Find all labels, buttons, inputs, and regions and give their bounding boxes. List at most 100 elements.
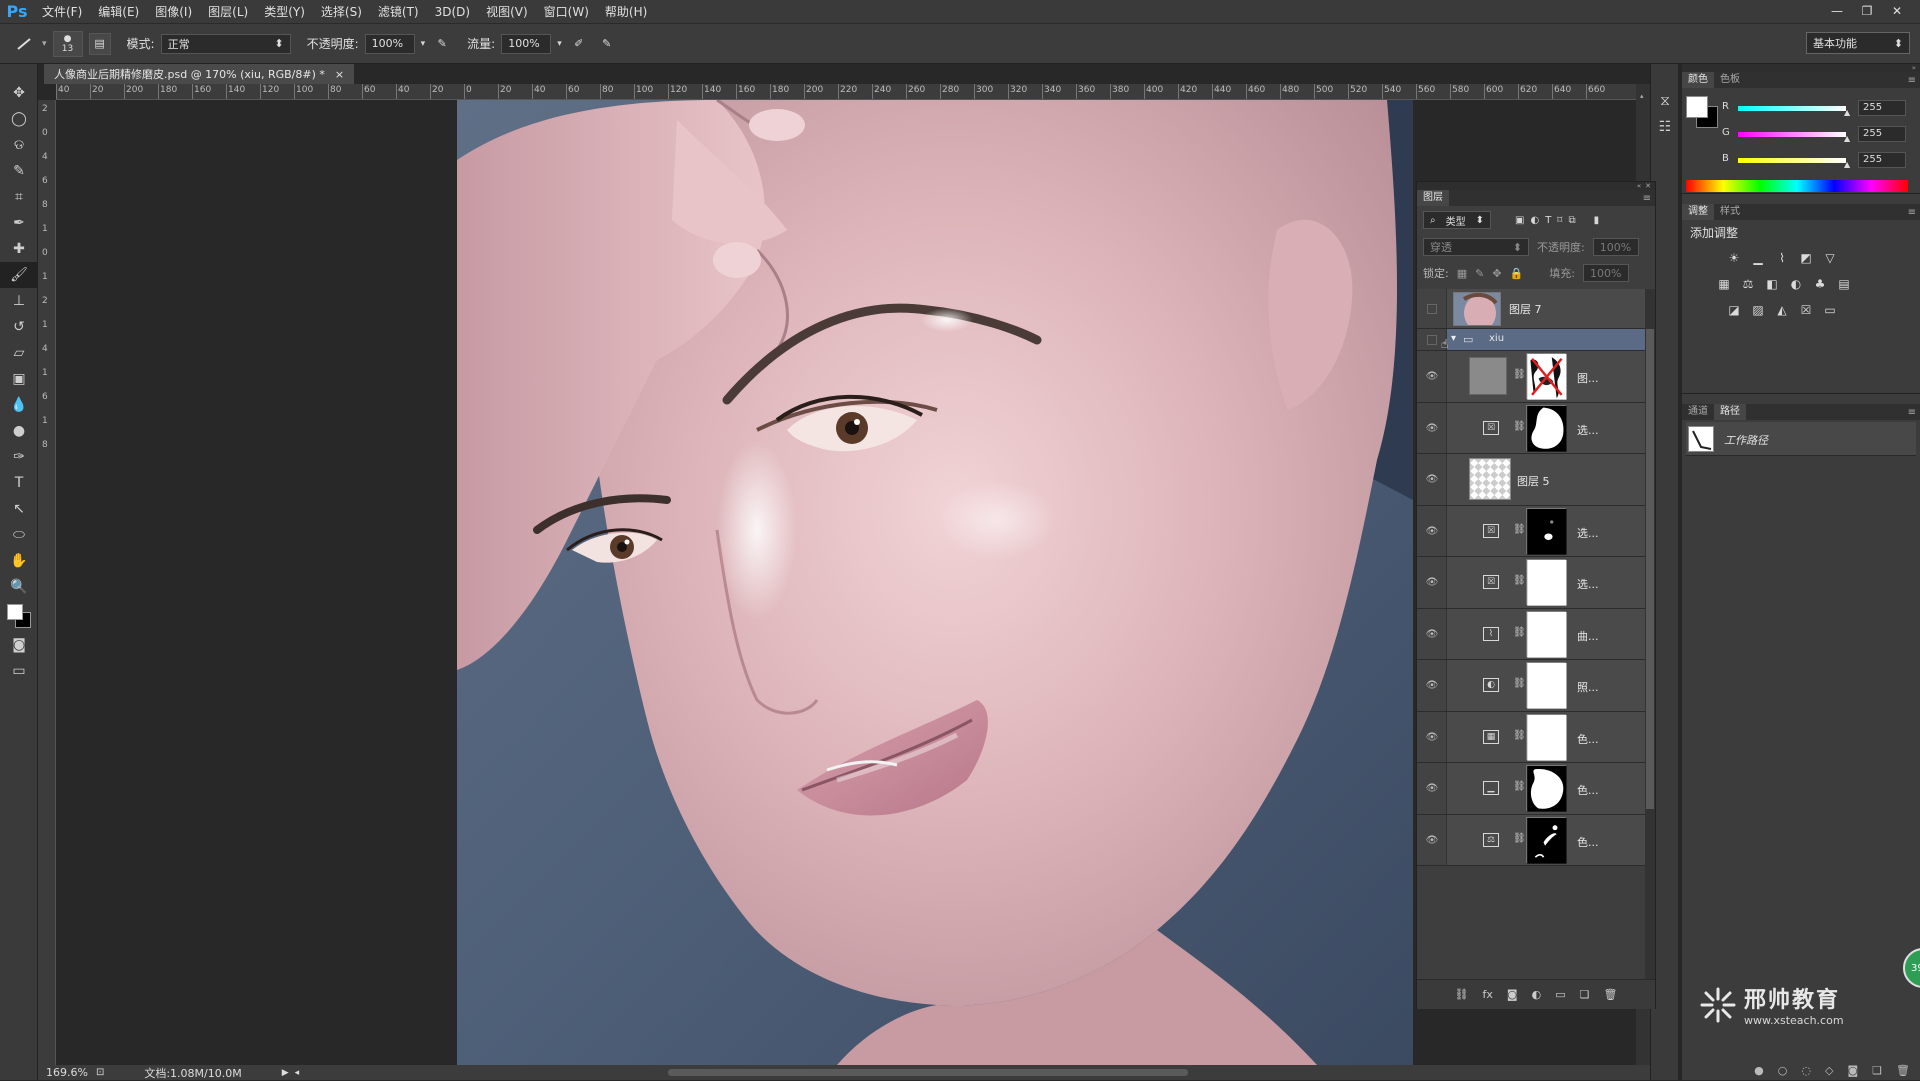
pressure-size-icon[interactable]: ✎ xyxy=(596,33,618,55)
channel-mixer-icon[interactable]: ♣ xyxy=(1812,277,1828,291)
layer-mask-thumbnail[interactable] xyxy=(1526,713,1567,761)
panel-menu-icon[interactable]: ≡ xyxy=(1908,75,1920,86)
chain-link-icon[interactable]: ⛓ xyxy=(1513,833,1526,844)
delete-path-icon[interactable]: 🗑 xyxy=(1896,1064,1910,1080)
type-tool-icon[interactable]: T xyxy=(0,470,38,496)
mode-select[interactable]: 正常 ⬍ xyxy=(160,33,291,54)
scroll-up-icon[interactable]: ▴ xyxy=(1640,92,1646,100)
gradient-map-icon[interactable]: ▭ xyxy=(1822,303,1838,317)
crop-tool-icon[interactable]: ⌗ xyxy=(0,184,38,210)
workspace-select[interactable]: 基本功能 ⬍ xyxy=(1806,32,1910,54)
foreground-color-swatch[interactable] xyxy=(1686,96,1708,118)
red-value-input[interactable]: 255 xyxy=(1858,100,1906,116)
close-tab-icon[interactable]: × xyxy=(335,68,344,81)
new-group-icon[interactable]: ▭ xyxy=(1555,988,1565,1001)
chain-link-icon[interactable]: ⛓ xyxy=(1513,369,1526,380)
link-layers-icon[interactable]: ⛓ xyxy=(1455,988,1469,1001)
layer-mask-thumbnail[interactable] xyxy=(1526,507,1567,555)
gradient-tool-icon[interactable]: ▣ xyxy=(0,366,38,392)
color-spectrum[interactable] xyxy=(1686,180,1908,192)
tab-adjustments[interactable]: 调整 xyxy=(1682,204,1714,220)
hue-saturation-icon[interactable]: ▦ xyxy=(1716,277,1732,291)
layer-row[interactable]: 👁 ▁ ⛓ 色... xyxy=(1417,763,1645,815)
path-select-tool-icon[interactable]: ↖ xyxy=(0,496,38,522)
scroll-left-icon[interactable]: ◂ xyxy=(295,1068,300,1078)
fill-path-icon[interactable]: ● xyxy=(1754,1064,1764,1080)
blend-mode-select[interactable]: 穿透 ⬍ xyxy=(1423,238,1529,256)
delete-layer-icon[interactable]: 🗑 xyxy=(1603,988,1617,1001)
dodge-tool-icon[interactable]: ● xyxy=(0,418,38,444)
horizontal-scrollbar-thumb[interactable] xyxy=(668,1069,1188,1076)
layer-row[interactable]: 👁 ☒ ⛓ 选... xyxy=(1417,402,1645,454)
lock-transparent-icon[interactable]: ▦ xyxy=(1457,267,1467,280)
stroke-path-icon[interactable]: ○ xyxy=(1778,1064,1788,1080)
zoom-level[interactable]: 169.6% xyxy=(46,1066,88,1079)
layer-mask-thumbnail[interactable] xyxy=(1526,353,1567,400)
chain-link-icon[interactable]: ⛓ xyxy=(1513,730,1526,741)
chain-link-icon[interactable]: ⛓ xyxy=(1513,524,1526,535)
slider-thumb-icon[interactable]: ▲ xyxy=(1844,108,1850,117)
clone-stamp-tool-icon[interactable]: ⊥ xyxy=(0,288,38,314)
tab-color[interactable]: 颜色 xyxy=(1682,72,1714,88)
visibility-toggle[interactable] xyxy=(1419,289,1445,329)
tab-swatches[interactable]: 色板 xyxy=(1714,72,1746,88)
layer-row[interactable]: 👁 ☒ ⛓ 选... xyxy=(1417,557,1645,609)
pressure-opacity-icon[interactable]: ✎ xyxy=(431,33,453,55)
photo-filter-icon[interactable]: ◐ xyxy=(1788,277,1804,291)
layer-name[interactable]: 选... xyxy=(1577,576,1599,592)
eye-icon[interactable]: 👁 xyxy=(1419,557,1445,609)
slider-thumb-icon[interactable]: ▲ xyxy=(1844,134,1850,143)
layer-row[interactable]: 👁 ⚖ ⛓ 色... xyxy=(1417,814,1645,867)
menu-view[interactable]: 视图(V) xyxy=(478,0,536,24)
flow-dropdown-icon[interactable]: ▾ xyxy=(557,39,562,49)
green-slider[interactable] xyxy=(1738,132,1846,137)
add-mask-icon[interactable]: ◙ xyxy=(1507,988,1518,1001)
layer-name[interactable]: 色... xyxy=(1577,782,1599,798)
properties-panel-icon[interactable]: ☷ xyxy=(1651,114,1679,140)
eye-icon[interactable]: 👁 xyxy=(1419,609,1445,661)
panel-menu-icon[interactable]: ≡ xyxy=(1908,407,1920,418)
exposure-icon[interactable]: ◩ xyxy=(1798,251,1814,265)
collapse-panel-icon[interactable]: » xyxy=(1682,64,1920,72)
menu-window[interactable]: 窗口(W) xyxy=(536,0,597,24)
status-menu-icon[interactable]: ▶ xyxy=(282,1068,289,1078)
zoom-tool-icon[interactable]: 🔍 xyxy=(0,574,38,600)
eye-icon[interactable]: 👁 xyxy=(1419,454,1445,506)
layer-mask-thumbnail[interactable] xyxy=(1526,559,1567,606)
color-lookup-icon[interactable]: ▤ xyxy=(1836,277,1852,291)
green-value-input[interactable]: 255 xyxy=(1858,126,1906,142)
color-swatches[interactable] xyxy=(0,600,38,632)
eyedropper-tool-icon[interactable]: ✒ xyxy=(0,210,38,236)
layers-scrollbar-thumb[interactable] xyxy=(1646,329,1654,809)
layer-name[interactable]: 色... xyxy=(1577,731,1599,747)
eye-icon[interactable]: 👁 xyxy=(1419,815,1445,867)
menu-help[interactable]: 帮助(H) xyxy=(597,0,655,24)
filter-toggle-icon[interactable]: ▮ xyxy=(1594,215,1600,226)
fx-icon[interactable]: fx xyxy=(1483,988,1493,1001)
chain-link-icon[interactable]: ⛓ xyxy=(1513,575,1526,586)
brush-tool-icon[interactable]: 🖌 xyxy=(0,262,38,288)
hand-tool-icon[interactable]: ✋ xyxy=(0,548,38,574)
tab-styles[interactable]: 样式 xyxy=(1714,204,1746,220)
brightness-icon[interactable]: ☀ xyxy=(1726,251,1742,265)
fill-input[interactable]: 100% xyxy=(1582,264,1629,282)
ellipse-tool-icon[interactable]: ⬭ xyxy=(0,522,38,548)
layer-row[interactable]: 👁 ▦ ⛓ 色... xyxy=(1417,711,1645,763)
lock-all-icon[interactable]: 🔒 xyxy=(1510,267,1524,280)
blue-slider[interactable] xyxy=(1738,158,1846,163)
tab-layers[interactable]: 图层 xyxy=(1417,190,1449,206)
invert-icon[interactable]: ◪ xyxy=(1726,303,1742,317)
close-panel-icon[interactable]: ✕ xyxy=(1645,182,1651,190)
eraser-tool-icon[interactable]: ▱ xyxy=(0,340,38,366)
eye-icon[interactable]: 👁 xyxy=(1419,660,1445,712)
filter-pixel-icon[interactable]: ▣ xyxy=(1515,215,1524,226)
path-row[interactable]: 工作路径 xyxy=(1686,422,1916,456)
layer-row[interactable]: 👁 ⌇ ⛓ 曲... xyxy=(1417,608,1645,661)
layer-name[interactable]: 照... xyxy=(1577,679,1599,695)
airbrush-icon[interactable]: ✐ xyxy=(568,33,590,55)
layer-name[interactable]: 图... xyxy=(1577,370,1599,386)
filter-smart-object-icon[interactable]: ⧉ xyxy=(1568,215,1575,226)
levels-icon[interactable]: ▁ xyxy=(1750,251,1766,265)
menu-image[interactable]: 图像(I) xyxy=(147,0,200,24)
layer-filter-select[interactable]: ⌕ 类型 ⬍ xyxy=(1423,211,1491,229)
